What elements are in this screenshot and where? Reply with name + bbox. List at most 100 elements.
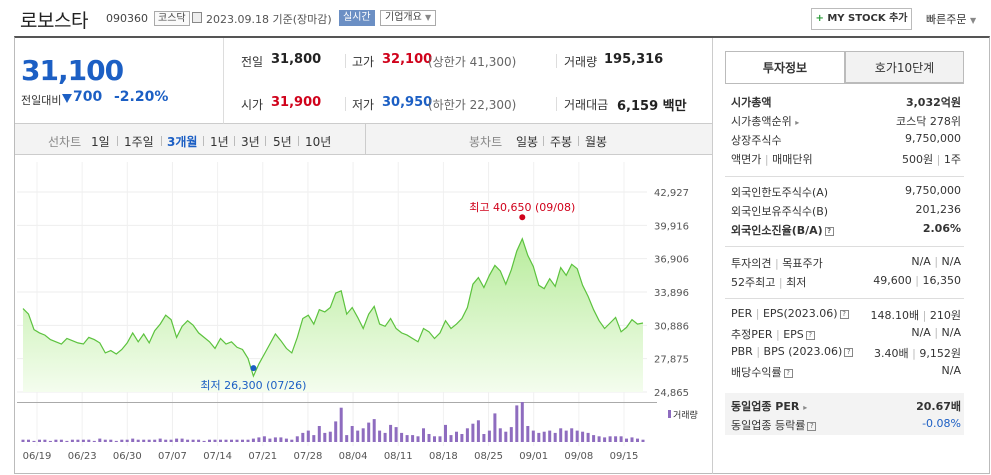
tab-10y[interactable]: 10년 (305, 133, 331, 150)
info-label: 외국인소진율(B/A) (731, 224, 823, 237)
volume-bar (301, 432, 305, 442)
volume-bar (197, 439, 201, 442)
help-icon[interactable]: ? (807, 422, 817, 431)
volume-bar (515, 405, 519, 442)
volume-bar (262, 436, 266, 442)
volume-bar (191, 439, 195, 442)
info-row-industry-change: 동일업종 등락률? -0.08% (731, 417, 961, 436)
volume-bar (383, 432, 387, 442)
help-icon[interactable]: ? (805, 331, 815, 340)
x-tick-label: 06/30 (113, 451, 142, 462)
info-label: EPS (783, 328, 804, 341)
plus-icon: + (815, 13, 824, 24)
lower-limit: (하한가 22,300) (428, 98, 517, 112)
stock-name: 로보스타 (20, 10, 88, 32)
volume-bar (356, 430, 360, 442)
tab-orderbook[interactable]: 호가10단계 (845, 51, 964, 83)
volume-bar (581, 431, 585, 442)
volume-bar (531, 430, 535, 442)
volume-bar (460, 434, 464, 442)
divider (556, 54, 557, 68)
volume-bar (570, 428, 574, 442)
volume-bar (625, 438, 628, 442)
tab-1w[interactable]: 1주일 (124, 133, 154, 150)
volume-bar (405, 435, 409, 442)
help-icon[interactable]: ? (839, 310, 849, 319)
divider (117, 136, 118, 146)
volume-bar (597, 436, 601, 442)
info-label: 추정PER (731, 328, 773, 341)
divider (725, 176, 964, 177)
quick-order-dropdown[interactable]: 빠른주문 ▼ (926, 11, 976, 27)
volume-bar (125, 439, 129, 442)
tab-investment-info[interactable]: 투자정보 (725, 51, 845, 83)
add-mystock-button[interactable]: + MY STOCK 추가 (811, 8, 912, 30)
volume-bar (87, 439, 91, 442)
info-value: 2.06% (922, 222, 961, 235)
volume-label: 거래량 (564, 55, 598, 69)
volume-bar (416, 436, 420, 442)
info-label: EPS(2023.06) (762, 307, 838, 320)
info-value: N/A (911, 255, 931, 268)
info-row-foreign-ratio: 외국인소진율(B/A)? 2.06% (731, 222, 961, 241)
help-icon[interactable]: ? (844, 348, 854, 357)
company-overview-dropdown[interactable]: 기업개요 ▼ (380, 10, 437, 26)
volume-bar (323, 432, 327, 442)
volume-bar (482, 434, 486, 442)
quick-order-label: 빠른주문 (926, 13, 967, 26)
info-value: 9,750,000 (905, 132, 961, 145)
tab-3y[interactable]: 3년 (241, 133, 260, 150)
open-value: 31,900 (271, 95, 322, 110)
volume-bar (290, 439, 294, 442)
volume-bar (394, 427, 398, 442)
volume-bar (455, 431, 458, 442)
tab-1d[interactable]: 1일 (91, 133, 110, 150)
y-tick-label: 24,865 (654, 388, 689, 399)
tab-1y[interactable]: 1년 (210, 133, 229, 150)
volume-bar (586, 432, 590, 442)
info-label: 액면가 (731, 153, 762, 166)
volume-bar (537, 432, 541, 442)
y-tick-label: 39,916 (654, 221, 689, 232)
volume-bar (279, 437, 283, 442)
info-row-dividend: 배당수익률? N/A (731, 364, 961, 383)
high-marker (519, 214, 526, 221)
chevron-down-icon: ▼ (969, 16, 977, 25)
info-row-industry-per[interactable]: 동일업종 PER ▸ 20.67배 (731, 398, 961, 417)
realtime-button[interactable]: 실시간 (339, 10, 375, 26)
volume-bar (542, 431, 546, 442)
info-row-per: PER | EPS(2023.06)? 148.10배 | 210원 (731, 307, 961, 322)
tab-3m[interactable]: 3개월 (167, 133, 197, 150)
info-value: 210원 (929, 309, 961, 322)
prev-close-value: 31,800 (271, 52, 322, 67)
volume-bar (559, 428, 563, 442)
info-value: -0.08% (922, 417, 961, 430)
info-row-foreign-holdings: 외국인보유주식수(B) 201,236 (731, 203, 961, 222)
info-value: 3,032억원 (905, 96, 961, 109)
info-value: 9,750,000 (905, 184, 961, 197)
tab-weekly-candle[interactable]: 주봉 (550, 133, 572, 150)
info-row-market-cap-rank[interactable]: 시가총액순위 ▸ 코스닥 278위 (731, 113, 961, 132)
volume-bar (76, 439, 80, 442)
x-tick-label: 09/08 (564, 451, 593, 462)
info-label: 투자의견 (731, 257, 772, 270)
divider (298, 136, 299, 146)
volume-bar (246, 439, 250, 442)
info-value: N/A (941, 255, 961, 268)
stock-code: 090360 (106, 12, 148, 25)
tab-5y[interactable]: 5년 (273, 133, 292, 150)
info-label: 매매단위 (772, 153, 813, 166)
volume-bar (564, 430, 568, 442)
divider (725, 246, 964, 247)
volume-bar (251, 438, 255, 442)
volume-bar (268, 438, 272, 442)
volume-bar (339, 407, 343, 442)
volume-bar (153, 439, 157, 442)
volume-bar (509, 427, 513, 442)
help-icon[interactable]: ? (824, 227, 834, 236)
tab-daily-candle[interactable]: 일봉 (516, 133, 538, 150)
info-label: 시가총액 (731, 96, 772, 109)
y-tick-label: 33,896 (654, 288, 689, 299)
help-icon[interactable]: ? (783, 369, 793, 378)
tab-monthly-candle[interactable]: 월봉 (585, 133, 607, 150)
